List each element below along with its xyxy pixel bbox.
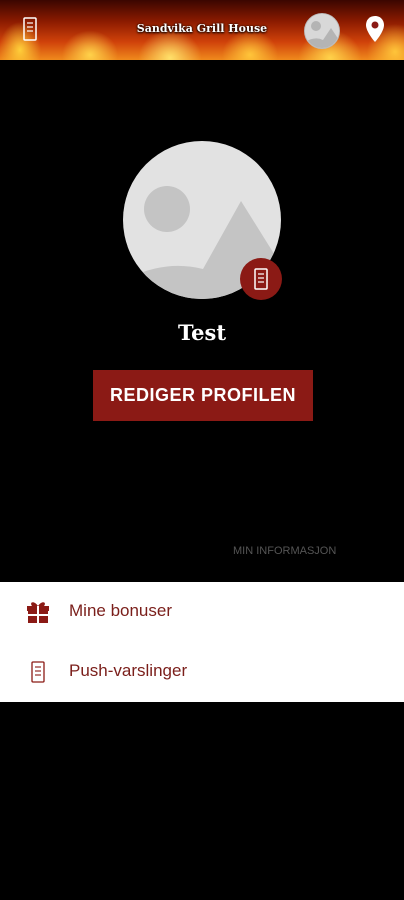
profile-avatar-icon[interactable] (304, 13, 340, 49)
app-header: Sandvika Grill House (0, 0, 404, 60)
gift-icon (26, 599, 50, 625)
profile-menu: Mine bonuser Push-varslinger (0, 582, 404, 702)
profile-picture[interactable] (123, 141, 282, 300)
profile-name: Test (177, 320, 227, 345)
menu-card-icon (26, 659, 50, 685)
menu-item-label: Mine bonuser (69, 601, 173, 620)
app-title: Sandvika Grill House (136, 22, 268, 35)
location-pin-icon[interactable] (364, 15, 386, 43)
section-label: MIN INFORMASJON (233, 545, 337, 557)
menu-item-push-notifications[interactable]: Push-varslinger (0, 642, 404, 702)
menu-card-icon[interactable] (240, 258, 282, 300)
edit-profile-button[interactable]: REDIGER PROFILEN (93, 370, 313, 421)
menu-item-bonuses[interactable]: Mine bonuser (0, 582, 404, 642)
menu-item-label: Push-varslinger (69, 661, 188, 680)
